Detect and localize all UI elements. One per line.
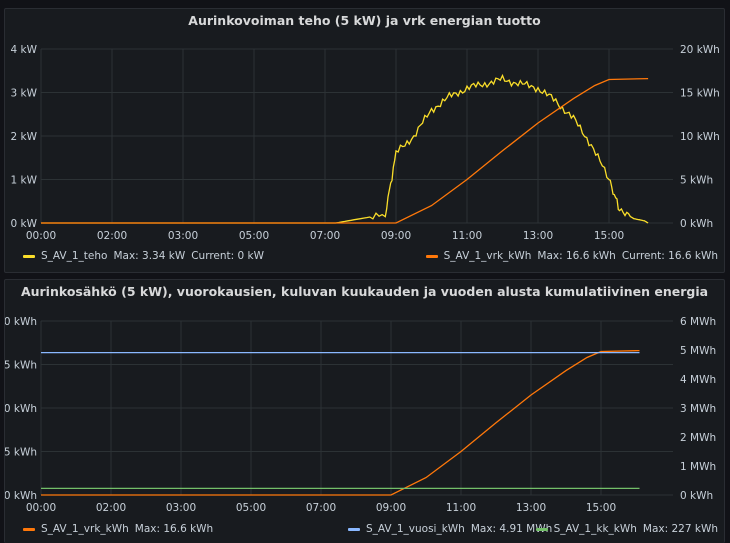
legend-max: Max: 3.34 kW	[113, 250, 186, 262]
x-tick-label: 07:00	[310, 230, 340, 242]
legend-current: Current: 0 kW	[191, 250, 265, 262]
series-line-S_AV_1_teho	[41, 73, 649, 224]
legend-label: S_AV_1_teho	[41, 250, 108, 262]
y-left-tick-label: 0 kWh	[5, 490, 37, 502]
power-panel[interactable]: Aurinkovoiman teho (5 kW) ja vrk energia…	[4, 8, 725, 273]
legend-teho[interactable]: S_AV_1_teho Max: 3.34 kW Current: 0 kW	[23, 250, 270, 262]
x-tick-label: 13:00	[516, 502, 546, 514]
x-tick-label: 09:00	[376, 502, 406, 514]
legend-vrk[interactable]: S_AV_1_vrk_kWh Max: 16.6 kWh	[23, 523, 219, 535]
y-right-tick-label: 4 MWh	[680, 374, 716, 386]
x-tick-label: 13:00	[523, 230, 553, 242]
legend-swatch	[23, 254, 35, 258]
legend-label: S_AV_1_vrk_kWh	[41, 523, 129, 535]
x-tick-label: 09:00	[381, 230, 411, 242]
y-right-tick-label: 0 kWh	[680, 218, 713, 230]
legend-vrk[interactable]: S_AV_1_vrk_kWh Max: 16.6 kWh Current: 16.6…	[425, 250, 718, 262]
y-right-tick-label: 6 MWh	[680, 316, 716, 328]
legend-kk[interactable]: S_AV_1_kk_kWh Max: 227 kWh	[535, 523, 718, 535]
x-tick-label: 11:00	[452, 230, 482, 242]
x-tick-label: 02:00	[96, 502, 126, 514]
x-tick-label: 07:00	[306, 502, 336, 514]
series-line-S_AV_1_vrk_kWh	[41, 349, 640, 496]
y-left-tick-label: 15 kWh	[5, 360, 37, 372]
x-tick-label: 15:00	[586, 502, 616, 514]
y-left-tick-label: 1 kW	[11, 175, 38, 187]
y-left-tick-label: 0 kW	[11, 218, 38, 230]
x-tick-label: 02:00	[97, 230, 127, 242]
legend-label: S_AV_1_vuosi_kWh	[366, 523, 465, 535]
legend-label: S_AV_1_kk_kWh	[553, 523, 637, 535]
x-tick-label: 03:00	[168, 230, 198, 242]
legend-max: Max: 227 kWh	[642, 523, 718, 535]
x-tick-label: 05:00	[236, 502, 266, 514]
x-tick-label: 11:00	[446, 502, 476, 514]
y-right-tick-label: 20 kWh	[680, 44, 720, 56]
y-left-tick-label: 5 kWh	[5, 447, 37, 459]
y-right-tick-label: 3 MWh	[680, 403, 716, 415]
legend-max: Max: 16.6 kWh	[134, 523, 214, 535]
y-left-tick-label: 20 kWh	[5, 316, 37, 328]
y-left-tick-label: 4 kW	[11, 44, 38, 56]
y-left-tick-label: 3 kW	[11, 88, 38, 100]
y-right-tick-label: 15 kWh	[680, 88, 720, 100]
x-tick-label: 03:00	[166, 502, 196, 514]
legend-swatch	[348, 527, 360, 531]
x-tick-label: 05:00	[239, 230, 269, 242]
y-left-tick-label: 10 kWh	[5, 403, 37, 415]
legend-label: S_AV_1_vrk_kWh	[443, 250, 532, 262]
power-chart: 0 kW 1 kW 2 kW 3 kW 4 kW 0 kWh 5 kWh 10 kWh 15 k…	[11, 44, 720, 242]
x-tick-label: 00:00	[26, 502, 56, 514]
y-right-tick-label: 5 MWh	[680, 345, 716, 357]
y-left-tick-label: 2 kW	[11, 131, 38, 143]
energy-panel[interactable]: Aurinkosähkö (5 kW), vuorokausien, kuluv…	[4, 279, 725, 543]
y-right-tick-label: 5 kWh	[680, 175, 713, 187]
y-right-tick-label: 0 kWh	[680, 490, 713, 502]
y-right-tick-label: 1 MWh	[680, 461, 716, 473]
legend-swatch	[425, 254, 438, 258]
legend-vuosi[interactable]: S_AV_1_vuosi_kWh Max: 4.91 MWh	[348, 523, 558, 535]
x-tick-label: 15:00	[594, 230, 624, 242]
legend-swatch	[535, 527, 548, 531]
x-tick-label: 00:00	[26, 230, 56, 242]
legend-max: Max: 16.6 kWh	[537, 250, 616, 262]
legend-current: Current: 16.6 kWh	[621, 250, 718, 262]
energy-chart: 0 kWh 5 kWh 10 kWh 15 kWh 20 kWh 0 kWh 1 MWh 2 …	[5, 316, 716, 514]
y-right-tick-label: 10 kWh	[680, 131, 720, 143]
y-right-tick-label: 2 MWh	[680, 432, 716, 444]
legend-swatch	[23, 527, 35, 531]
